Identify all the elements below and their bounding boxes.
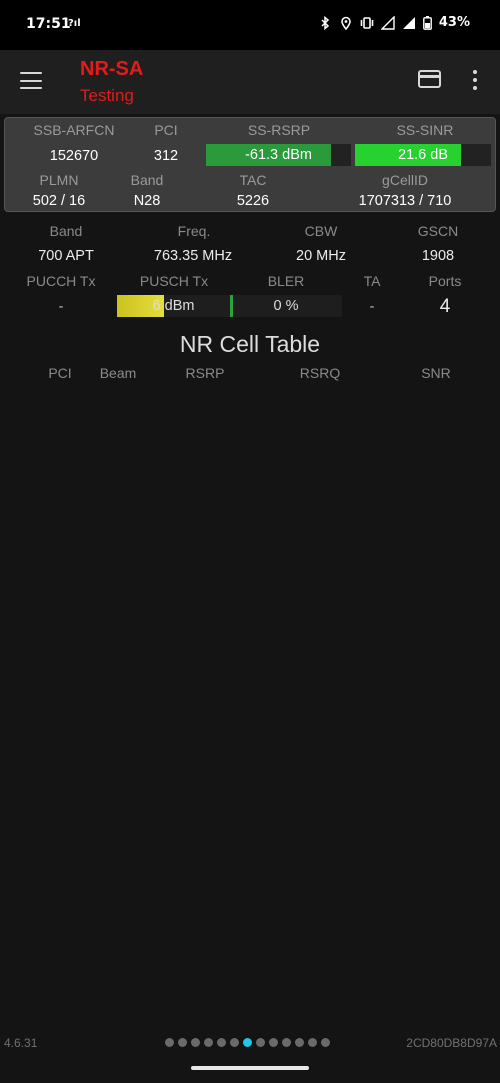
label-cbw: CBW xyxy=(304,223,338,239)
label-ta: TA xyxy=(363,273,381,289)
app-version: 4.6.31 xyxy=(4,1036,38,1050)
label-pusch-tx: PUSCH Tx xyxy=(139,273,209,289)
page-dot[interactable] xyxy=(204,1038,213,1047)
column-header-pci: PCI xyxy=(48,365,72,381)
label-tac: TAC xyxy=(239,172,267,188)
ss-sinr-bar: 21.6 dB xyxy=(355,144,491,166)
vibrate-icon xyxy=(360,16,374,30)
label-bler: BLER xyxy=(267,273,305,289)
device-id: 2CD80DB8D97A xyxy=(406,1036,497,1050)
menu-icon[interactable] xyxy=(20,72,42,90)
value-pusch-tx: 6 dBm xyxy=(152,298,195,314)
label-plmn: PLMN xyxy=(39,172,79,188)
signal-icon xyxy=(402,16,416,30)
page-dot[interactable] xyxy=(308,1038,317,1047)
label-ssb-arfcn: SSB-ARFCN xyxy=(33,122,115,138)
page-subtitle: Testing xyxy=(80,86,134,105)
page-dot[interactable] xyxy=(217,1038,226,1047)
value-band: N28 xyxy=(133,193,161,209)
column-header-rsrp: RSRP xyxy=(185,365,225,381)
page-dot[interactable] xyxy=(269,1038,278,1047)
column-header-snr: SNR xyxy=(421,365,451,381)
label-pci: PCI xyxy=(154,122,178,138)
value-pucch-tx: - xyxy=(58,299,64,315)
value-plmn: 502 / 16 xyxy=(32,193,86,209)
card-view-icon[interactable] xyxy=(418,70,441,88)
page-dot[interactable] xyxy=(230,1038,239,1047)
value-gcellid: 1707313 / 710 xyxy=(358,193,452,209)
ss-rsrp-bar: -61.3 dBm xyxy=(206,144,351,166)
value-pci: 312 xyxy=(153,148,179,164)
bluetooth-icon xyxy=(318,15,332,30)
column-header-rsrq: RSRQ xyxy=(299,365,341,381)
value-ss-rsrp: -61.3 dBm xyxy=(245,147,312,163)
label-band: Band xyxy=(130,172,164,188)
page-indicator xyxy=(165,1038,330,1047)
page-dot[interactable] xyxy=(191,1038,200,1047)
page-dot[interactable] xyxy=(256,1038,265,1047)
label-freq: Freq. xyxy=(177,223,211,239)
label-gscn: GSCN xyxy=(417,223,459,239)
pusch-tx-bar: 6 dBm xyxy=(117,295,230,317)
value-ssb-arfcn: 152670 xyxy=(49,148,99,164)
value-detail-band: 700 APT xyxy=(38,248,94,264)
page-dot-active[interactable] xyxy=(243,1038,252,1047)
status-time: 17:51 xyxy=(26,16,71,32)
battery-percent: 43% xyxy=(438,15,470,30)
serving-cell-panel: SSB-ARFCN PCI SS-RSRP SS-SINR 152670 312… xyxy=(4,117,496,212)
app-bar: NR-SA Testing xyxy=(0,50,500,114)
label-ports: Ports xyxy=(428,273,462,289)
location-icon xyxy=(339,16,353,30)
more-options-icon[interactable] xyxy=(469,70,481,90)
page-dot[interactable] xyxy=(321,1038,330,1047)
page-dot[interactable] xyxy=(282,1038,291,1047)
page-dot[interactable] xyxy=(165,1038,174,1047)
battery-icon xyxy=(422,15,432,30)
value-bler: 0 % xyxy=(273,298,299,314)
value-gscn: 1908 xyxy=(421,248,455,264)
label-ss-sinr: SS-SINR xyxy=(396,122,454,138)
value-ports: 4 xyxy=(439,296,451,317)
signal-roaming-icon xyxy=(380,14,395,30)
home-indicator[interactable] xyxy=(191,1066,309,1070)
network-indicator: ?ıl xyxy=(68,18,81,29)
label-gcellid: gCellID xyxy=(382,172,428,188)
label-pucch-tx: PUCCH Tx xyxy=(26,273,96,289)
value-freq: 763.35 MHz xyxy=(153,248,233,264)
value-ta: - xyxy=(369,299,375,315)
cell-table-title: NR Cell Table xyxy=(179,331,321,357)
page-dot[interactable] xyxy=(178,1038,187,1047)
page-dot[interactable] xyxy=(295,1038,304,1047)
label-ss-rsrp: SS-RSRP xyxy=(247,122,311,138)
column-header-beam: Beam xyxy=(99,365,137,381)
value-cbw: 20 MHz xyxy=(296,248,346,264)
label-detail-band: Band xyxy=(49,223,83,239)
value-ss-sinr: 21.6 dB xyxy=(398,147,448,163)
status-bar: 17:51 ?ıl 43% xyxy=(0,0,500,50)
value-tac: 5226 xyxy=(236,193,270,209)
bler-bar: 0 % xyxy=(230,295,342,317)
page-title: NR-SA xyxy=(80,58,144,80)
